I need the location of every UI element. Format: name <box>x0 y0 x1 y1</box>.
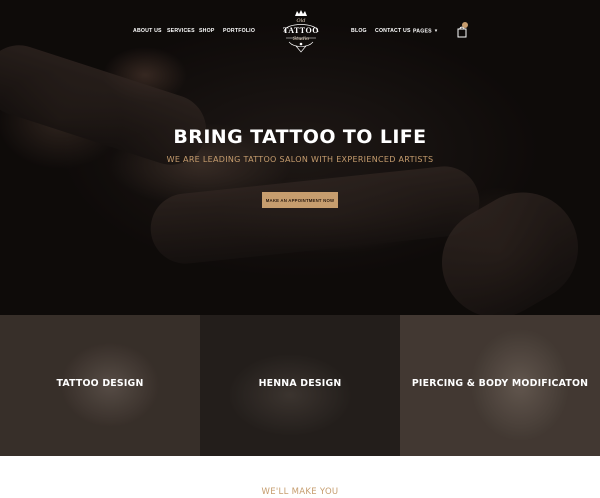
section-heading: WE'LL MAKE YOU <box>261 487 339 497</box>
service-card-piercing[interactable]: PIERCING & BODY MODIFICATON <box>400 315 600 456</box>
hero-subtitle: WE ARE LEADING TATTOO SALON WITH EXPERIE… <box>166 155 434 164</box>
service-card-label: HENNA DESIGN <box>258 378 342 389</box>
service-card-label: TATTOO DESIGN <box>56 378 144 389</box>
service-card-henna-design[interactable]: HENNA DESIGN <box>200 315 400 456</box>
appointment-button[interactable]: MAKE AN APPOINTMENT NOW <box>262 192 338 208</box>
logo-script-text: Old <box>296 18 306 24</box>
services-grid: TATTOO DESIGN HENNA DESIGN PIERCING & BO… <box>0 315 600 456</box>
intro-section: WE'LL MAKE YOU <box>0 456 600 498</box>
chevron-down-icon: ▾ <box>434 28 438 34</box>
nav-item-pages-label: PAGES <box>413 28 432 35</box>
service-card-label: PIERCING & BODY MODIFICATON <box>411 378 589 389</box>
nav-item-portfolio[interactable]: PORTFOLIO <box>223 28 255 34</box>
nav-item-contact-us[interactable]: CONTACT US <box>375 28 411 34</box>
nav-item-about-us[interactable]: ABOUT US <box>133 28 162 34</box>
nav-item-blog[interactable]: BLOG <box>351 28 367 34</box>
nav-item-services[interactable]: SERVICES <box>167 28 195 34</box>
hero-title: BRING TATTOO TO LIFE <box>173 126 427 148</box>
nav-item-pages[interactable]: PAGES ▾ <box>413 28 438 34</box>
main-nav: ABOUT US SERVICES SHOP PORTFOLIO Old TAT… <box>0 0 600 64</box>
nav-item-shop[interactable]: SHOP <box>199 28 215 34</box>
logo-main-text: TATTOO <box>283 26 319 35</box>
site-logo[interactable]: Old TATTOO Studio <box>276 8 326 54</box>
logo-sub-text: Studio <box>292 36 310 42</box>
cart-count-badge <box>462 22 468 28</box>
service-card-tattoo-design[interactable]: TATTOO DESIGN <box>0 315 200 456</box>
